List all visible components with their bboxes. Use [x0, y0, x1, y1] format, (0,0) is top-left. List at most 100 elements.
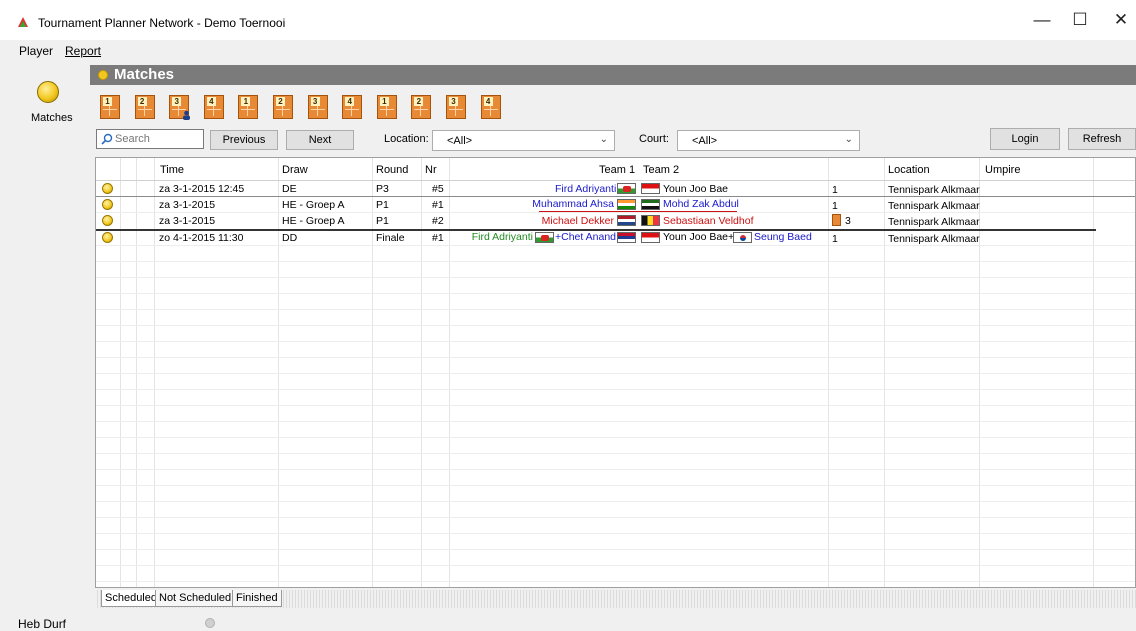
match-location: Tennispark Alkmaar — [888, 233, 980, 245]
match-nr: #2 — [432, 215, 444, 227]
match-status-icon — [102, 232, 113, 243]
court-select[interactable]: <All> ⌄ — [677, 130, 860, 151]
tab-finished[interactable]: Finished — [232, 590, 282, 607]
court-button[interactable]: 4 — [203, 95, 224, 119]
column-header-round[interactable]: Round — [376, 164, 408, 176]
match-court: 1 — [832, 233, 838, 245]
court-number: 3 — [310, 97, 320, 106]
court-number: 2 — [276, 97, 285, 106]
team1-player-b[interactable]: +Chet Anand — [555, 231, 616, 243]
column-header-umpire[interactable]: Umpire — [985, 164, 1020, 176]
matches-header-band — [90, 65, 1136, 85]
window-title: Tournament Planner Network - Demo Toerno… — [38, 16, 286, 30]
column-header-time[interactable]: Time — [160, 164, 184, 176]
indonesia-flag-icon — [641, 232, 660, 243]
search-box[interactable] — [96, 129, 204, 149]
team1-player-a[interactable]: Fird Adriyanti — [470, 231, 533, 243]
team2-player[interactable]: Mohd Zak Abdul — [663, 198, 739, 210]
team1-player[interactable]: Michael Dekker — [526, 215, 614, 227]
wales-flag-icon — [535, 232, 554, 243]
match-time: za 3-1-2015 — [159, 215, 216, 227]
location-label: Location: — [384, 133, 429, 145]
matches-nav-label[interactable]: Matches — [31, 112, 73, 124]
column-header-team2[interactable]: Team 2 — [643, 164, 679, 176]
team1-player[interactable]: Fird Adriyanti — [555, 183, 616, 195]
court-button[interactable]: 4 — [480, 95, 501, 119]
refresh-button[interactable]: Refresh — [1068, 128, 1136, 150]
match-location: Tennispark Alkmaar — [888, 184, 980, 196]
team1-player[interactable]: Muhammad Ahsa — [526, 198, 614, 210]
previous-button[interactable]: Previous — [210, 130, 278, 150]
court-number: 2 — [414, 97, 424, 106]
matches-table[interactable]: Time Draw Round Nr Team 1 Team 2 Locatio… — [95, 157, 1136, 588]
court-button[interactable]: 2 — [411, 95, 432, 119]
team2-player-b[interactable]: Seung Baed — [754, 231, 812, 243]
match-draw: DD — [282, 232, 298, 244]
tab-strip: Scheduled Not Scheduled Finished — [95, 590, 1136, 608]
india-flag-icon — [617, 199, 636, 210]
next-button[interactable]: Next — [286, 130, 354, 150]
south-korea-flag-icon — [733, 232, 752, 243]
court-icon — [832, 214, 841, 226]
court-number: 3 — [172, 97, 182, 106]
flag-icon — [617, 232, 636, 243]
court-button[interactable]: 3 — [446, 95, 466, 119]
match-nr: #5 — [432, 183, 444, 195]
menu-player[interactable]: Player — [19, 44, 53, 58]
location-select-value: <All> — [447, 135, 473, 147]
court-button[interactable]: 1 — [100, 95, 120, 119]
flag-icon — [641, 199, 660, 210]
close-button[interactable]: ✕ — [1098, 0, 1136, 40]
location-select[interactable]: <All> ⌄ — [432, 130, 615, 151]
court-label: Court: — [639, 133, 669, 145]
search-icon — [101, 133, 113, 145]
court-button[interactable]: 3 — [307, 95, 328, 119]
chevron-down-icon: ⌄ — [599, 134, 608, 145]
header-status-icon — [98, 70, 108, 80]
match-draw: DE — [282, 183, 297, 195]
team2-player[interactable]: Sebastiaan Veldhof — [663, 215, 754, 227]
court-button[interactable]: 3 — [169, 95, 191, 120]
match-court: 3 — [845, 215, 851, 227]
login-button[interactable]: Login — [990, 128, 1060, 150]
column-header-nr[interactable]: Nr — [425, 164, 437, 176]
match-location: Tennispark Alkmaar — [888, 200, 980, 212]
match-draw: HE - Groep A — [282, 199, 345, 211]
team2-player-a[interactable]: Youn Joo Bae+ — [663, 231, 734, 243]
match-location: Tennispark Alkmaar — [888, 216, 980, 228]
court-number: 4 — [483, 97, 493, 106]
column-header-location[interactable]: Location — [888, 164, 930, 176]
match-round: P1 — [376, 215, 389, 227]
page-title: Matches — [114, 66, 175, 83]
team2-player[interactable]: Youn Joo Bae — [663, 183, 728, 195]
match-status-icon — [102, 183, 113, 194]
court-number: 3 — [449, 97, 458, 106]
menu-bar — [0, 40, 1136, 62]
search-input[interactable] — [115, 131, 201, 147]
match-time: za 3-1-2015 12:45 — [159, 183, 245, 195]
match-court: 1 — [832, 200, 838, 212]
court-button[interactable]: 4 — [342, 95, 363, 119]
match-status-icon — [102, 215, 113, 226]
court-select-value: <All> — [692, 135, 718, 147]
court-button[interactable]: 2 — [273, 95, 293, 119]
umpire-person-icon — [182, 110, 191, 120]
belgium-flag-icon — [641, 215, 660, 226]
tab-scheduled[interactable]: Scheduled — [101, 590, 161, 607]
maximize-button[interactable]: ☐ — [1057, 0, 1103, 40]
wales-flag-icon — [617, 183, 636, 194]
court-button[interactable]: 1 — [376, 95, 397, 119]
tab-not-scheduled[interactable]: Not Scheduled — [155, 590, 236, 607]
match-status-icon — [102, 199, 113, 210]
match-round: P1 — [376, 199, 389, 211]
menu-report[interactable]: Report — [65, 44, 101, 58]
court-button[interactable]: 1 — [238, 95, 259, 119]
column-header-draw[interactable]: Draw — [282, 164, 308, 176]
court-number: 4 — [345, 97, 355, 106]
column-header-team1[interactable]: Team 1 — [599, 164, 635, 176]
court-number: 1 — [103, 97, 112, 106]
match-round: P3 — [376, 183, 389, 195]
indonesia-flag-icon — [641, 183, 660, 194]
matches-nav-icon[interactable] — [37, 81, 59, 103]
court-button[interactable]: 2 — [134, 95, 155, 119]
